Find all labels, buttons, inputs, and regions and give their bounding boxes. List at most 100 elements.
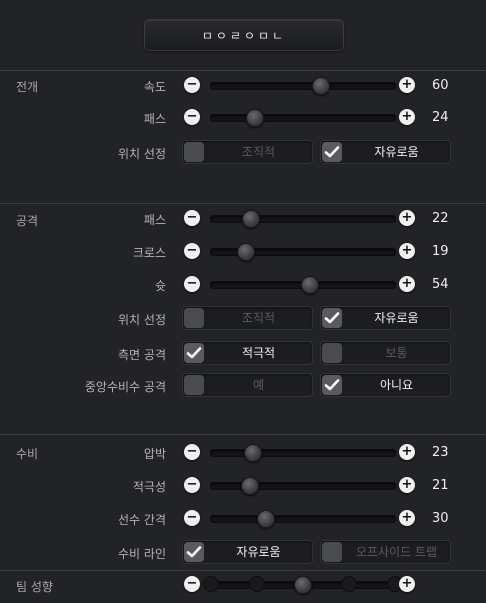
- checkbox[interactable]: [322, 375, 342, 395]
- plus-icon: +: [401, 510, 413, 525]
- checkbox[interactable]: [184, 308, 204, 328]
- attack-positioning-free-option[interactable]: 자유로움: [320, 306, 451, 330]
- checkbox[interactable]: [322, 542, 342, 562]
- minus-icon: −: [186, 243, 198, 258]
- crossing-value: 19: [432, 244, 449, 259]
- section-divider: [0, 70, 486, 71]
- slider-knob[interactable]: [236, 243, 255, 261]
- checkbox[interactable]: [184, 142, 204, 162]
- build-passing-value: 24: [432, 110, 449, 125]
- checkbox[interactable]: [322, 142, 342, 162]
- plus-icon: +: [401, 109, 413, 124]
- wide-attack-aggressive-option[interactable]: 적극적: [182, 341, 313, 365]
- section-divider: [0, 434, 486, 435]
- option-label: 자유로움: [374, 145, 419, 159]
- pressure-minus-button[interactable]: −: [184, 444, 200, 460]
- attack-passing-slider[interactable]: [210, 210, 396, 228]
- attack-passing-label: 패스: [143, 213, 166, 227]
- speed-value: 60: [432, 78, 449, 93]
- plus-icon: +: [401, 444, 413, 459]
- team-tendency-slider[interactable]: [203, 576, 403, 594]
- pressure-label: 압박: [143, 447, 166, 461]
- shooting-value: 54: [432, 277, 449, 292]
- team-width-plus-button[interactable]: +: [399, 510, 415, 526]
- slider-knob[interactable]: [240, 477, 259, 495]
- defensive-line-free-option[interactable]: 자유로움: [182, 540, 313, 564]
- cdm-attack-yes-option[interactable]: 예: [182, 373, 313, 397]
- team-width-minus-button[interactable]: −: [184, 510, 200, 526]
- step-dot: [249, 576, 265, 592]
- checkbox[interactable]: [184, 343, 204, 363]
- section-title-attack: 공격: [16, 214, 39, 228]
- team-tendency-minus-button[interactable]: −: [184, 576, 200, 592]
- cdm-attack-label: 중앙수비수 공격: [84, 380, 166, 394]
- minus-icon: −: [186, 276, 198, 291]
- preset-name-button[interactable]: ㅁㅇㄹㅇㅁㄴ: [144, 19, 344, 51]
- slider-knob[interactable]: [294, 576, 312, 594]
- crossing-plus-button[interactable]: +: [399, 243, 415, 259]
- wide-attack-label: 측면 공격: [118, 348, 166, 362]
- shooting-slider[interactable]: [210, 276, 396, 294]
- team-width-slider[interactable]: [210, 510, 396, 528]
- aggression-plus-button[interactable]: +: [399, 477, 415, 493]
- check-icon: [186, 546, 202, 558]
- plus-icon: +: [401, 276, 413, 291]
- slider-knob[interactable]: [244, 444, 263, 462]
- option-label: 자유로움: [374, 311, 419, 325]
- pressure-plus-button[interactable]: +: [399, 444, 415, 460]
- cdm-attack-no-option[interactable]: 아니요: [320, 373, 451, 397]
- preset-name-label: ㅁㅇㄹㅇㅁㄴ: [201, 28, 287, 43]
- section-title-defense: 수비: [16, 447, 39, 461]
- plus-icon: +: [401, 210, 413, 225]
- option-label: 아니요: [379, 378, 414, 392]
- checkbox[interactable]: [184, 542, 204, 562]
- option-label: 보통: [385, 346, 408, 360]
- build-passing-plus-button[interactable]: +: [399, 109, 415, 125]
- minus-icon: −: [186, 109, 198, 124]
- shooting-minus-button[interactable]: −: [184, 276, 200, 292]
- speed-slider[interactable]: [210, 77, 396, 95]
- option-label: 적극적: [241, 346, 276, 360]
- aggression-label: 적극성: [132, 480, 166, 494]
- attack-passing-plus-button[interactable]: +: [399, 210, 415, 226]
- crossing-minus-button[interactable]: −: [184, 243, 200, 259]
- slider-knob[interactable]: [242, 210, 261, 228]
- team-tendency-plus-button[interactable]: +: [399, 576, 415, 592]
- minus-icon: −: [186, 576, 198, 591]
- option-label: 예: [252, 378, 265, 392]
- speed-minus-button[interactable]: −: [184, 77, 200, 93]
- pressure-slider[interactable]: [210, 444, 396, 462]
- slider-knob[interactable]: [246, 109, 265, 127]
- speed-label: 속도: [143, 80, 166, 94]
- build-passing-label: 패스: [143, 112, 166, 126]
- section-title-team: 팀 성향: [16, 580, 53, 594]
- slider-knob[interactable]: [301, 276, 320, 294]
- attack-passing-value: 22: [432, 211, 449, 226]
- crossing-slider[interactable]: [210, 243, 396, 261]
- check-icon: [324, 312, 340, 324]
- plus-icon: +: [401, 576, 413, 591]
- aggression-slider[interactable]: [210, 477, 396, 495]
- team-width-label: 선수 간격: [118, 513, 166, 527]
- checkbox[interactable]: [184, 375, 204, 395]
- aggression-minus-button[interactable]: −: [184, 477, 200, 493]
- plus-icon: +: [401, 77, 413, 92]
- shooting-plus-button[interactable]: +: [399, 276, 415, 292]
- attack-passing-minus-button[interactable]: −: [184, 210, 200, 226]
- slider-knob[interactable]: [257, 510, 276, 528]
- slider-knob[interactable]: [312, 77, 331, 95]
- speed-plus-button[interactable]: +: [399, 77, 415, 93]
- checkbox[interactable]: [322, 343, 342, 363]
- attack-positioning-organized-option[interactable]: 조직적: [182, 306, 313, 330]
- pressure-value: 23: [432, 445, 449, 460]
- wide-attack-normal-option[interactable]: 보통: [320, 341, 451, 365]
- aggression-value: 21: [432, 478, 449, 493]
- checkbox[interactable]: [322, 308, 342, 328]
- build-passing-minus-button[interactable]: −: [184, 109, 200, 125]
- build-positioning-organized-option[interactable]: 조직적: [182, 140, 313, 164]
- defensive-line-offside-trap-option[interactable]: 오프사이드 트랩: [320, 540, 451, 564]
- build-positioning-free-option[interactable]: 자유로움: [320, 140, 451, 164]
- build-passing-slider[interactable]: [210, 109, 396, 127]
- shooting-label: 슛: [154, 279, 166, 293]
- check-icon: [324, 379, 340, 391]
